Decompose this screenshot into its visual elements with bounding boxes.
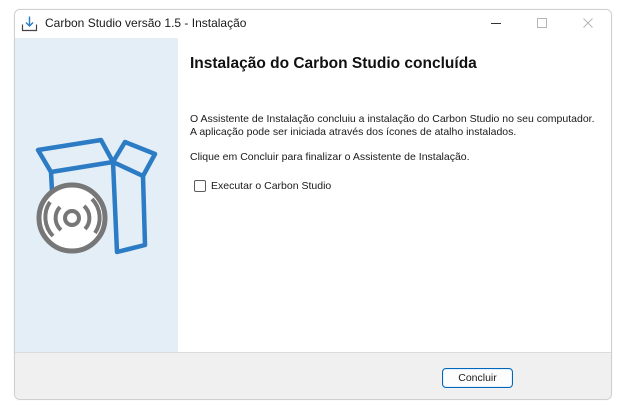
finish-instruction: Clique em Concluir para finalizar o Assi…: [190, 151, 470, 163]
completion-message: O Assistente de Instalação concluiu a in…: [190, 113, 595, 138]
installer-window: Carbon Studio versão 1.5 - Instalação In…: [14, 9, 612, 400]
installer-icon: [21, 15, 38, 32]
page-title: Instalação do Carbon Studio concluída: [190, 55, 477, 72]
main-content: Instalação do Carbon Studio concluída O …: [178, 38, 611, 352]
finish-button[interactable]: Concluir: [442, 368, 513, 388]
title-bar[interactable]: Carbon Studio versão 1.5 - Instalação: [15, 10, 611, 38]
window-title: Carbon Studio versão 1.5 - Instalação: [45, 16, 247, 30]
close-icon: [583, 15, 593, 33]
software-box-cd-icon: [33, 132, 163, 267]
close-button[interactable]: [565, 10, 611, 38]
minimize-button[interactable]: [473, 10, 519, 38]
maximize-button[interactable]: [519, 10, 565, 38]
maximize-icon: [537, 15, 547, 33]
run-app-option[interactable]: Executar o Carbon Studio: [194, 180, 331, 192]
footer-bar: Concluir: [15, 353, 611, 399]
run-app-checkbox-label[interactable]: Executar o Carbon Studio: [211, 180, 331, 192]
minimize-icon: [491, 15, 501, 33]
run-app-checkbox[interactable]: [194, 180, 206, 192]
side-panel: [15, 38, 178, 352]
